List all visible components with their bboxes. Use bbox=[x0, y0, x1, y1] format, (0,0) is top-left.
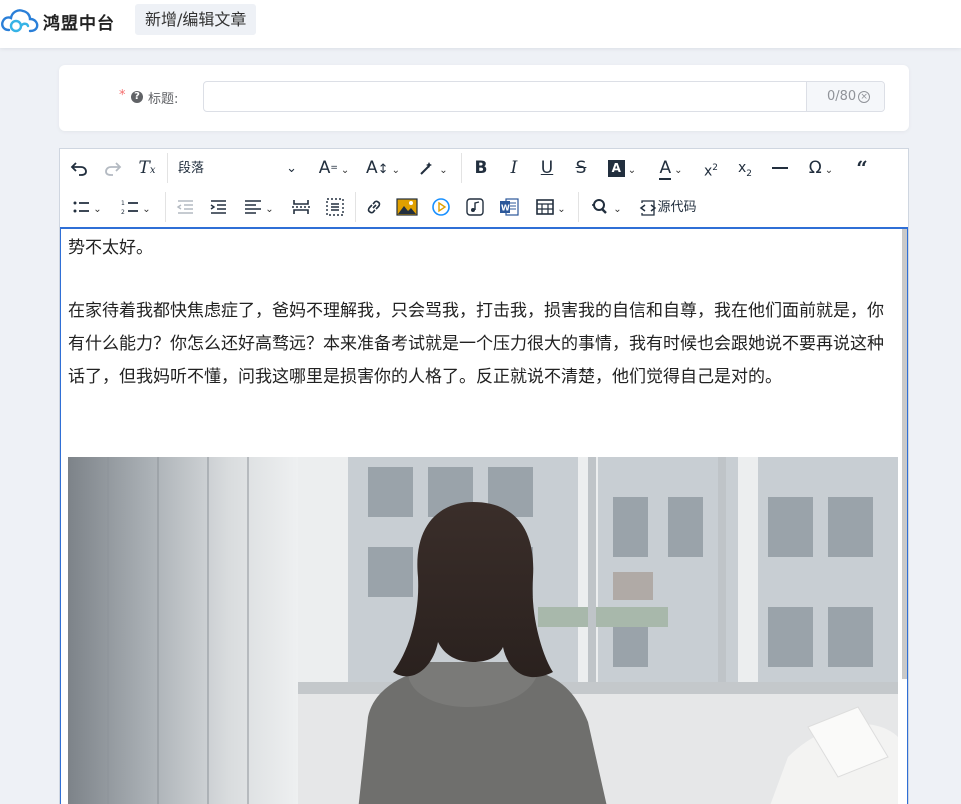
toolbar-row-2: ⌄ 1 2 ⌄ ⌄ W ⌄ ⌄ 源代码 bbox=[60, 188, 908, 227]
image-icon[interactable] bbox=[394, 194, 420, 221]
special-character-icon[interactable]: Ω ⌄ bbox=[800, 155, 842, 182]
toolbar-row-1: Tx 段落 ⌄ A= ⌄ A↕ ⌄ ⌄ B I U S A ⌄ A ⌄ x2 x2 Ω ⌄ … bbox=[60, 149, 908, 188]
paragraph: 在家待着我都快焦虑症了，爸妈不理解我，只会骂我，打击我，损害我的自信和自尊，我在… bbox=[68, 301, 884, 387]
font-size-icon[interactable]: A= ⌄ bbox=[314, 155, 354, 182]
toolbar-divider bbox=[355, 192, 356, 222]
title-counter-text: 0/80 bbox=[827, 89, 857, 104]
brand-name: 鸿盟中台 bbox=[43, 14, 115, 34]
top-header: 鸿盟中台 新增/编辑文章 bbox=[0, 0, 961, 48]
background-color-icon[interactable]: A ⌄ bbox=[602, 155, 642, 182]
word-import-icon[interactable]: W bbox=[496, 194, 522, 221]
editor-content-area[interactable]: 势不太好。 在家待着我都快焦虑症了，爸妈不理解我，只会骂我，打击我，损害我的自信… bbox=[60, 227, 908, 804]
block-format-label: 段落 bbox=[178, 161, 205, 176]
link-icon[interactable] bbox=[361, 194, 387, 221]
editor-scrollbar[interactable] bbox=[902, 229, 907, 679]
required-mark: * bbox=[119, 88, 126, 103]
table-icon[interactable]: ⌄ bbox=[530, 194, 572, 221]
title-input[interactable] bbox=[204, 82, 807, 111]
align-icon[interactable]: ⌄ bbox=[238, 194, 280, 221]
source-code-button[interactable]: 源代码 bbox=[634, 194, 702, 221]
search-replace-icon[interactable]: ⌄ bbox=[585, 194, 627, 221]
toolbar-divider bbox=[461, 153, 462, 183]
toolbar-divider bbox=[167, 153, 168, 183]
line-height-icon[interactable]: A↕ ⌄ bbox=[362, 155, 404, 182]
bold-icon[interactable]: B bbox=[468, 155, 494, 182]
numbered-list-icon[interactable]: 1 2 ⌄ bbox=[114, 194, 158, 221]
outdent-icon[interactable] bbox=[172, 194, 198, 221]
title-counter: 0/80 × bbox=[806, 82, 884, 111]
title-input-wrapper: 0/80 × bbox=[203, 81, 885, 112]
page-break-icon[interactable] bbox=[288, 194, 314, 221]
chevron-down-icon: ⌄ bbox=[286, 161, 297, 176]
question-icon[interactable]: ? bbox=[131, 91, 143, 103]
block-format-select[interactable]: 段落 ⌄ bbox=[178, 155, 303, 182]
toolbar-divider bbox=[165, 192, 166, 222]
audio-icon[interactable] bbox=[462, 194, 488, 221]
indent-icon[interactable] bbox=[205, 194, 231, 221]
subscript-icon[interactable]: x2 bbox=[732, 155, 758, 182]
strikethrough-icon[interactable]: S bbox=[568, 155, 594, 182]
italic-icon[interactable]: I bbox=[501, 155, 527, 182]
select-all-icon[interactable] bbox=[322, 194, 348, 221]
superscript-icon[interactable]: x2 bbox=[698, 155, 724, 182]
svg-text:1: 1 bbox=[121, 200, 125, 207]
rich-text-editor: Tx 段落 ⌄ A= ⌄ A↕ ⌄ ⌄ B I U S A ⌄ A ⌄ x2 x2 Ω ⌄ … bbox=[59, 148, 909, 804]
source-code-icon bbox=[640, 199, 657, 216]
underline-icon[interactable]: U bbox=[534, 155, 560, 182]
inserted-photo[interactable] bbox=[68, 457, 898, 804]
source-code-label: 源代码 bbox=[657, 200, 697, 215]
blockquote-icon[interactable]: “ bbox=[848, 155, 876, 182]
clear-icon[interactable]: × bbox=[858, 90, 871, 103]
text-color-icon[interactable]: A ⌄ bbox=[650, 155, 692, 182]
clear-format-icon[interactable]: Tx bbox=[134, 155, 160, 182]
toolbar-divider bbox=[578, 192, 579, 222]
svg-text:W: W bbox=[501, 204, 510, 213]
format-painter-icon[interactable]: ⌄ bbox=[412, 155, 454, 182]
title-label: 标题: bbox=[148, 92, 179, 107]
photo-woman-hoodie-by-window bbox=[68, 457, 898, 804]
video-icon[interactable] bbox=[428, 194, 454, 221]
svg-text:2: 2 bbox=[121, 209, 125, 216]
redo-icon[interactable] bbox=[100, 155, 126, 182]
cloud-logo-icon bbox=[1, 9, 39, 33]
tab-add-edit-article[interactable]: 新增/编辑文章 bbox=[135, 4, 257, 35]
editor-toolbar: Tx 段落 ⌄ A= ⌄ A↕ ⌄ ⌄ B I U S A ⌄ A ⌄ x2 x2 Ω ⌄ … bbox=[60, 149, 908, 227]
paragraph: 势不太好。 bbox=[68, 238, 153, 258]
bullet-list-icon[interactable]: ⌄ bbox=[66, 194, 108, 221]
undo-icon[interactable] bbox=[66, 155, 92, 182]
horizontal-rule-icon[interactable] bbox=[766, 155, 794, 182]
